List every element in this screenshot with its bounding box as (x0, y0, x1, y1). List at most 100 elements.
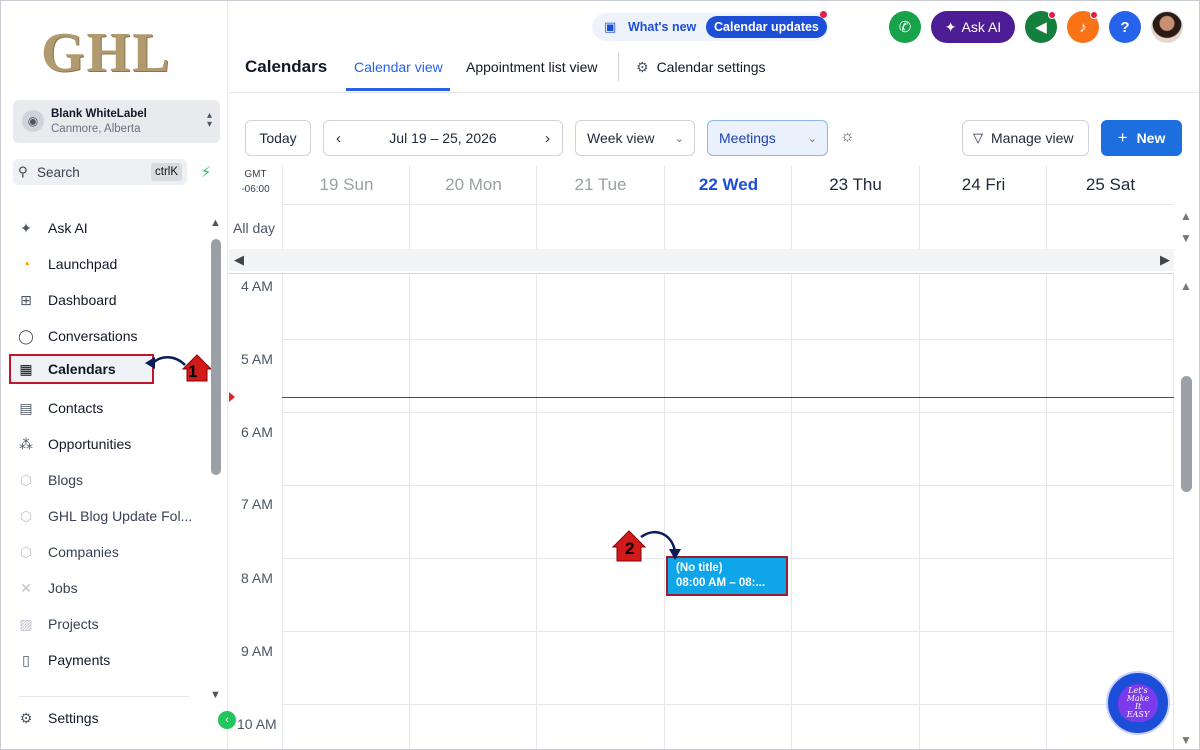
sidebar-item-label: Dashboard (48, 292, 117, 308)
account-switcher[interactable]: ◉ Blank WhiteLabel Canmore, Alberta ▴ ▾ (13, 100, 220, 143)
sidebar-item-dashboard[interactable]: ⊞ Dashboard (15, 285, 195, 315)
scroll-up-icon[interactable]: ▲ (1180, 279, 1192, 293)
sidebar-item-ghl-blog-update[interactable]: ⬡ GHL Blog Update Fol... (15, 501, 195, 531)
timezone-label: GMT -06:00 (229, 167, 282, 197)
date-range-label: Jul 19 – 25, 2026 (389, 130, 497, 146)
sidebar-item-contacts[interactable]: ▤ Contacts (15, 393, 195, 423)
sidebar-item-label: Ask AI (48, 220, 88, 236)
quick-action-bolt-icon[interactable]: ⚡ (195, 161, 217, 183)
view-select[interactable]: Week view ⌄ (575, 120, 695, 156)
lightbulb-icon[interactable]: ☼ (840, 128, 855, 146)
page-title: Calendars (245, 57, 328, 76)
scrollbar-thumb[interactable] (1181, 376, 1192, 492)
plus-icon: + (1117, 128, 1128, 147)
user-avatar[interactable] (1151, 11, 1183, 43)
rocket-icon: ◔ (21, 256, 31, 272)
tab-calendar-view[interactable]: Calendar view (354, 59, 443, 75)
scroll-down-icon[interactable]: ▼ (1180, 231, 1192, 245)
scroll-left-icon[interactable]: ◀ (234, 252, 244, 268)
calendar-toolbar: Today ‹ Jul 19 – 25, 2026 › Week view ⌄ … (229, 93, 1199, 165)
scroll-down-icon[interactable]: ▼ (1180, 733, 1192, 747)
sidebar-item-label: Payments (48, 652, 111, 668)
day-header-mon[interactable]: 20 Mon (409, 165, 537, 205)
search-shortcut: ctrlK (151, 163, 182, 181)
gear-icon: ⚙ (636, 59, 649, 75)
annotation-step-1: 1 (188, 362, 198, 381)
annotation-arrow-2 (611, 530, 681, 562)
day-header-fri[interactable]: 24 Fri (919, 165, 1047, 205)
grid-line (282, 205, 283, 249)
horizontal-scrollbar[interactable]: ◀ ▶ (229, 249, 1174, 271)
sidebar-scrollbar[interactable]: ▲ ▼ (210, 217, 222, 701)
grid-line (919, 273, 920, 749)
calendar-type-select[interactable]: Meetings ⌄ (707, 120, 828, 156)
annotation-step-2: 2 (625, 539, 635, 558)
scroll-right-icon[interactable]: ▶ (1160, 252, 1170, 268)
sidebar-item-companies[interactable]: ⬡ Companies (15, 537, 195, 567)
hour-label: 6 AM (241, 424, 273, 440)
grid-divider (229, 273, 1174, 274)
scroll-up-icon[interactable]: ▲ (1180, 209, 1192, 223)
grid-line (282, 273, 283, 749)
chevron-left-icon: ‹ (225, 714, 229, 726)
grid-line (1046, 273, 1047, 749)
calendar-icon: ▦ (19, 360, 33, 377)
grid-line (791, 205, 792, 249)
contacts-book-icon: ▤ (19, 399, 33, 416)
collapse-sidebar-button[interactable]: ‹ (218, 711, 236, 729)
search-input[interactable]: ⚲ Search ctrlK (13, 159, 187, 185)
scroll-down-icon[interactable]: ▼ (210, 689, 221, 701)
event-time: 08:00 AM – 08:... (676, 577, 766, 589)
day-header-sat[interactable]: 25 Sat (1046, 165, 1174, 205)
network-icon: ⁂ (19, 435, 33, 452)
notification-dot (820, 11, 827, 18)
phone-button[interactable]: ✆ (889, 11, 921, 43)
day-header-wed[interactable]: 22 Wed (664, 165, 792, 205)
tools-icon: ✕ (20, 579, 32, 596)
announcement-icon: ▣ (604, 19, 617, 34)
event-title: (No title) (676, 562, 723, 574)
chat-bubble-icon: ◯ (18, 327, 34, 344)
sidebar-item-opportunities[interactable]: ⁂ Opportunities (15, 429, 195, 459)
megaphone-icon: ◀ (1035, 19, 1047, 36)
sidebar-item-launchpad[interactable]: ◔ Launchpad (15, 249, 195, 279)
sidebar-item-settings[interactable]: ⚙ Settings (15, 703, 195, 733)
day-header-thu[interactable]: 23 Thu (791, 165, 919, 205)
hour-line (282, 485, 1174, 486)
scrollbar-thumb[interactable] (211, 239, 221, 475)
calendar-updates-pill[interactable]: Calendar updates (706, 16, 827, 38)
today-button[interactable]: Today (245, 120, 311, 156)
annotation-arrow-1 (145, 354, 211, 382)
manage-view-button[interactable]: ▽ Manage view (962, 120, 1089, 156)
day-header-tue[interactable]: 21 Tue (536, 165, 664, 205)
sidebar-item-blogs[interactable]: ⬡ Blogs (15, 465, 195, 495)
sidebar-item-conversations[interactable]: ◯ Conversations (15, 321, 195, 351)
day-header-sun[interactable]: 19 Sun (282, 165, 410, 205)
ask-ai-button[interactable]: ✦ Ask AI (931, 11, 1015, 43)
gear-icon: ⚙ (19, 709, 33, 726)
tab-appointment-list-view[interactable]: Appointment list view (466, 59, 598, 75)
tab-calendar-settings[interactable]: ⚙ Calendar settings (636, 59, 766, 76)
helper-text-line: Let's Make (1126, 686, 1150, 703)
calendar-event[interactable]: (No title) 08:00 AM – 08:... (666, 556, 788, 596)
sidebar-item-label: Launchpad (48, 256, 118, 272)
helper-badge[interactable]: Let's Make It EASY (1106, 671, 1170, 735)
new-button[interactable]: + New (1101, 120, 1182, 156)
help-button[interactable]: ? (1109, 11, 1141, 43)
sidebar-item-label: GHL Blog Update Fol... (48, 508, 193, 524)
sidebar-item-label: Companies (48, 544, 119, 560)
scroll-up-icon[interactable]: ▲ (210, 217, 221, 229)
brand-logo[interactable]: GHL (41, 21, 171, 85)
grid-line (919, 205, 920, 249)
sidebar-item-payments[interactable]: ▯ Payments (15, 645, 195, 675)
sidebar-item-calendars[interactable]: ▦ Calendars (9, 354, 154, 384)
hour-line (282, 704, 1174, 705)
whats-new-banner[interactable]: ▣ What's new Calendar updates (592, 11, 829, 41)
sidebar-item-projects[interactable]: ▨ Projects (15, 609, 195, 639)
sidebar-item-ask-ai[interactable]: ✦ Ask AI (15, 213, 195, 243)
sidebar-item-jobs[interactable]: ✕ Jobs (15, 573, 195, 603)
chevron-right-icon[interactable]: › (545, 130, 550, 147)
grid-line (664, 205, 665, 249)
grid-line (536, 205, 537, 249)
vertical-scrollbar[interactable]: ▲ ▼ ▲ ▼ (1177, 165, 1197, 749)
